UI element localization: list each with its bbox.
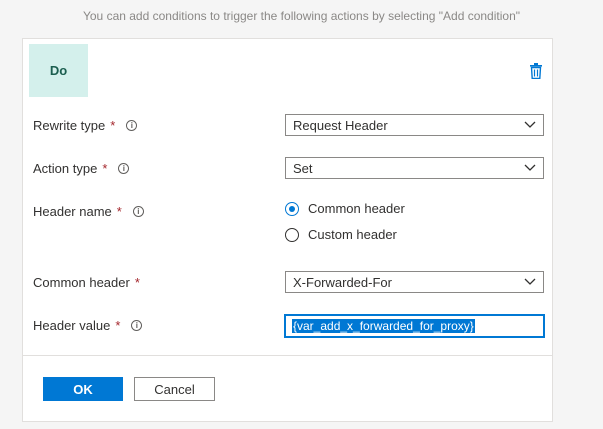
action-card: Do Rewrite type * i Request Header Actio… [22, 38, 553, 422]
common-header-label: Common header * [33, 275, 140, 290]
info-icon[interactable]: i [132, 206, 144, 217]
radio-common-header[interactable]: Common header [285, 201, 405, 216]
ok-button[interactable]: OK [43, 377, 123, 401]
chevron-down-icon [524, 164, 536, 171]
info-icon[interactable]: i [131, 320, 143, 331]
info-icon[interactable]: i [126, 120, 138, 131]
radio-custom-header[interactable]: Custom header [285, 227, 397, 242]
cancel-button[interactable]: Cancel [134, 377, 215, 401]
required-marker: * [116, 204, 122, 219]
required-marker: * [134, 275, 140, 290]
header-value-input[interactable]: {var_add_x_forwarded_for_proxy} [284, 314, 545, 338]
required-marker: * [110, 118, 116, 133]
required-marker: * [115, 318, 121, 333]
radio-button[interactable] [285, 227, 299, 242]
header-value-label: Header value * i [33, 318, 143, 333]
action-type-dropdown[interactable]: Set [285, 157, 544, 179]
hint-text: You can add conditions to trigger the fo… [82, 9, 521, 23]
required-marker: * [102, 161, 108, 176]
chevron-down-icon [524, 278, 536, 285]
chevron-down-icon [524, 121, 536, 128]
do-label: Do [29, 44, 88, 97]
info-icon[interactable]: i [118, 163, 130, 174]
common-header-dropdown[interactable]: X-Forwarded-For [285, 271, 544, 293]
rewrite-type-label: Rewrite type * i [33, 118, 138, 133]
divider [23, 355, 552, 356]
rewrite-type-dropdown[interactable]: Request Header [285, 114, 544, 136]
trash-icon[interactable] [529, 63, 543, 79]
radio-button-selected[interactable] [285, 201, 299, 216]
header-name-label: Header name * i [33, 204, 144, 219]
header-value-text: {var_add_x_forwarded_for_proxy} [292, 319, 475, 333]
action-type-label: Action type * i [33, 161, 130, 176]
